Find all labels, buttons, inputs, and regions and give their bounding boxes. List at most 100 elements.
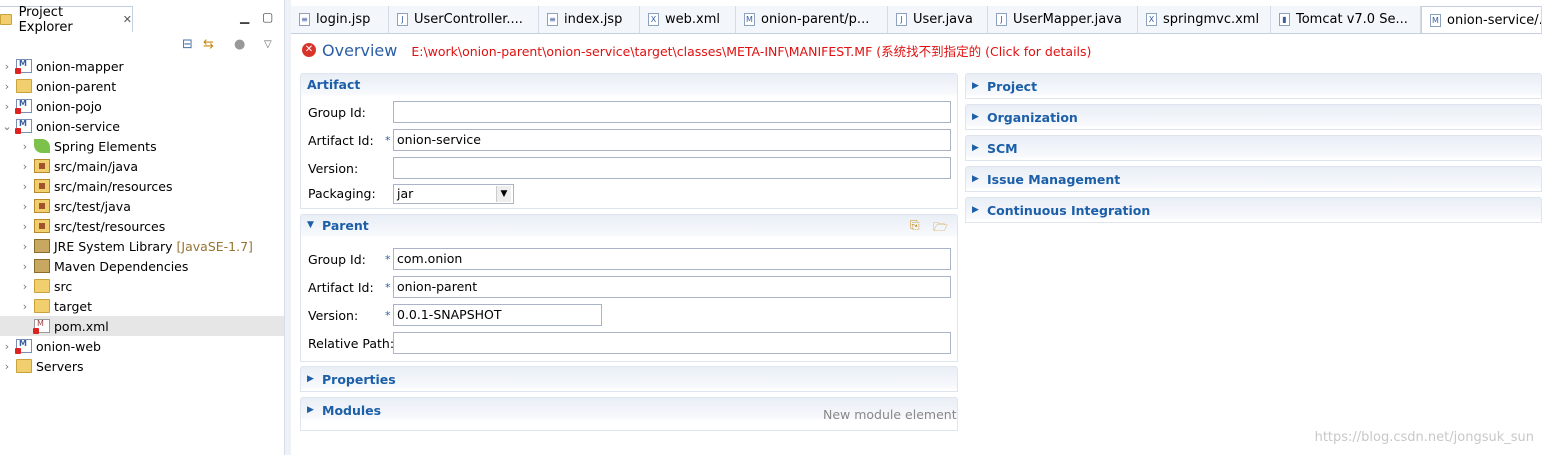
right-section[interactable]: ▶ Continuous Integration — [965, 197, 1542, 223]
right-section-header[interactable]: ▶ Project — [966, 74, 1541, 98]
editor-tab[interactable]: J UserController.... — [389, 6, 539, 33]
editor-tab[interactable]: Xspringmvc.xml — [1138, 6, 1271, 33]
parent-section-header[interactable]: ▼ Parent — [301, 215, 957, 235]
properties-section-header[interactable]: ▶ Properties — [301, 367, 957, 391]
right-section[interactable]: ▶ Issue Management — [965, 166, 1542, 192]
required-marker: * — [385, 309, 391, 322]
chevron-down-icon[interactable]: ▼ — [496, 186, 511, 202]
tree-item[interactable]: › src/main/resources — [0, 176, 284, 196]
artifact-section-header[interactable]: Artifact — [301, 74, 957, 94]
maven-project-icon — [15, 99, 32, 114]
tree-item[interactable]: › Servers — [0, 356, 284, 376]
collapse-all-icon[interactable]: ⊟ — [182, 37, 193, 52]
tree-item[interactable]: › target — [0, 296, 284, 316]
chevron-right-icon[interactable]: › — [18, 200, 32, 213]
tree-item[interactable]: › src — [0, 276, 284, 296]
tree-item[interactable]: pom.xml — [0, 316, 284, 336]
error-message-link[interactable]: E:\work\onion-parent\onion-service\targe… — [411, 41, 1091, 60]
editor-tab[interactable]: Xweb.xml — [640, 6, 736, 33]
tree-item[interactable]: › Spring Elements — [0, 136, 284, 156]
server-icon: ▮ — [1279, 13, 1290, 26]
minimize-icon[interactable]: ▁ — [240, 10, 249, 24]
link-with-editor-icon[interactable]: ⇆ — [203, 37, 214, 52]
chevron-right-icon[interactable]: › — [0, 360, 14, 373]
tree-item-label: Spring Elements — [54, 138, 157, 154]
tree-item[interactable]: › JRE System Library [JavaSE-1.7] — [0, 236, 284, 256]
relative-path-input[interactable] — [393, 332, 951, 354]
open-parent-icon[interactable]: 🗁 — [933, 218, 948, 234]
source-folder-icon — [34, 179, 50, 193]
editor-tab[interactable]: J User.java — [888, 6, 988, 33]
artifact-version-label: Version: — [308, 161, 359, 176]
tree-item[interactable]: › src/main/java — [0, 156, 284, 176]
chevron-down-icon[interactable]: ⌄ — [0, 120, 14, 133]
maven-pom-icon: M — [1430, 13, 1441, 27]
editor-tab-label: UserMapper.java — [1013, 12, 1122, 27]
editor-tab-label: onion-service/... — [1447, 12, 1542, 28]
tree-item-label: onion-web — [36, 338, 101, 354]
project-explorer-tab[interactable]: Project Explorer ✕ — [0, 4, 133, 35]
packaging-value: jar — [397, 186, 414, 201]
artifact-artifact-id-input[interactable]: onion-service — [393, 129, 951, 151]
tree-item[interactable]: › onion-mapper — [0, 56, 284, 76]
project-explorer-tab-label: Project Explorer — [18, 4, 73, 35]
tree-item-label: src/test/resources — [54, 218, 166, 234]
chevron-right-icon[interactable]: › — [0, 100, 14, 113]
maximize-icon[interactable]: ▢ — [262, 10, 273, 24]
select-working-set-icon[interactable]: ● — [234, 37, 245, 52]
chevron-right-icon[interactable]: › — [18, 240, 32, 253]
editor-tab[interactable]: ≡ index.jsp — [539, 6, 640, 33]
chevron-right-icon[interactable]: › — [18, 140, 32, 153]
chevron-right-icon[interactable]: › — [18, 300, 32, 313]
tree-item[interactable]: › onion-web — [0, 336, 284, 356]
parent-version-input[interactable]: 0.0.1-SNAPSHOT — [393, 304, 602, 326]
tree-item[interactable]: › Maven Dependencies — [0, 256, 284, 276]
close-tab-icon[interactable]: ✕ — [123, 13, 132, 26]
chevron-right-icon[interactable]: › — [0, 340, 14, 353]
tree-item[interactable]: › src/test/java — [0, 196, 284, 216]
packaging-select[interactable]: jar ▼ — [393, 184, 514, 204]
artifact-version-input[interactable] — [393, 157, 951, 179]
collapsed-triangle-icon: ▶ — [972, 143, 979, 153]
jsp-file-icon: ≡ — [547, 13, 558, 26]
project-explorer-view: Project Explorer ✕ ▁ ▢ ⊟ ⇆ ● ▽ › onion-ma… — [0, 0, 284, 455]
view-menu-icon[interactable]: ▽ — [264, 39, 272, 50]
tree-item[interactable]: › onion-parent — [0, 76, 284, 96]
chevron-right-icon[interactable]: › — [18, 220, 32, 233]
right-section-title: Organization — [987, 109, 1078, 125]
right-section-header[interactable]: ▶ Organization — [966, 105, 1541, 129]
properties-section[interactable]: ▶ Properties — [300, 366, 958, 392]
editor-tab[interactable]: Monion-service/... — [1421, 6, 1542, 33]
tree-item[interactable]: › src/test/resources — [0, 216, 284, 236]
right-section[interactable]: ▶ SCM — [965, 135, 1542, 161]
parent-artifact-id-input[interactable]: onion-parent — [393, 276, 951, 298]
editor-tab[interactable]: ▮ Tomcat v7.0 Se... — [1271, 6, 1421, 33]
chevron-right-icon[interactable]: › — [18, 160, 32, 173]
view-splitter[interactable] — [284, 0, 291, 455]
chevron-right-icon[interactable]: › — [0, 80, 14, 93]
editor-tab[interactable]: J UserMapper.java — [988, 6, 1138, 33]
maven-pom-icon: M — [744, 13, 755, 26]
right-section[interactable]: ▶ Organization — [965, 104, 1542, 130]
modules-section[interactable]: ▶ Modules New module element — [300, 397, 958, 431]
editor-tab[interactable]: ≡ login.jsp — [291, 6, 389, 33]
chevron-right-icon[interactable]: › — [18, 280, 32, 293]
chevron-right-icon[interactable]: › — [18, 180, 32, 193]
editor-tab[interactable]: Monion-parent/p... — [736, 6, 888, 33]
parent-artifact-id-label: Artifact Id: — [308, 280, 374, 295]
tree-item[interactable]: › onion-pojo — [0, 96, 284, 116]
tree-item-label: Maven Dependencies — [54, 258, 189, 274]
tree-item-label: Servers — [36, 358, 84, 374]
parent-group-id-input[interactable]: com.onion — [393, 248, 951, 270]
select-parent-icon[interactable]: ⎘ — [910, 218, 924, 232]
artifact-group-id-input[interactable] — [393, 101, 951, 123]
right-section[interactable]: ▶ Project — [965, 73, 1542, 99]
chevron-right-icon[interactable]: › — [0, 60, 14, 73]
new-module-hint[interactable]: New module element — [823, 407, 957, 422]
right-section-header[interactable]: ▶ Continuous Integration — [966, 198, 1541, 222]
right-section-header[interactable]: ▶ SCM — [966, 136, 1541, 160]
tree-item[interactable]: ⌄ onion-service — [0, 116, 284, 136]
parent-version-label: Version: — [308, 308, 359, 323]
chevron-right-icon[interactable]: › — [18, 260, 32, 273]
right-section-header[interactable]: ▶ Issue Management — [966, 167, 1541, 191]
